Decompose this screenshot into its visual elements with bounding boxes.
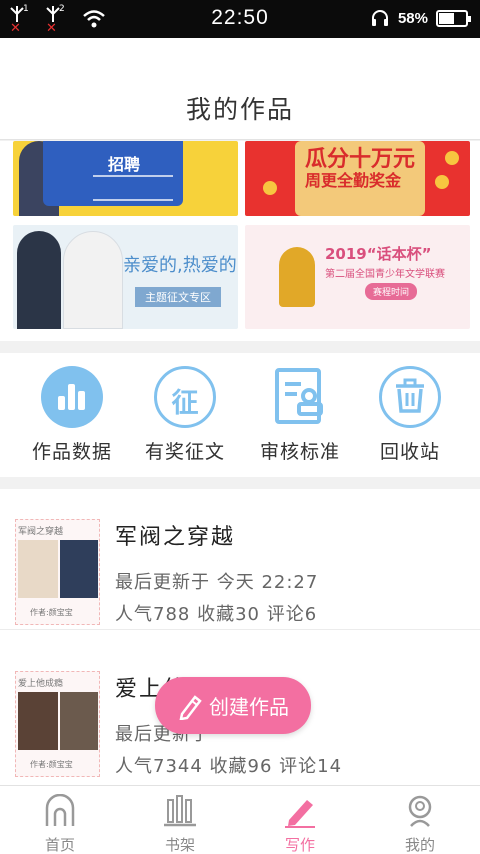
banner-subtitle: 主题征文专区 [135, 287, 221, 307]
tab-label: 写作 [284, 836, 315, 854]
coin-icon [445, 151, 459, 165]
banner-title: 亲爱的,热爱的 [123, 255, 237, 276]
tab-home[interactable]: 首页 [0, 793, 120, 854]
bookshelf-icon [164, 795, 196, 827]
status-bar: 1 ✕ 2 ✕ 22:50 58% [0, 0, 480, 38]
book-cover: 爱上他成瘾 作者:颜宝宝 [15, 671, 100, 777]
banner-figure [63, 231, 123, 329]
cover-figure [18, 540, 58, 598]
function-label: 审核标准 [259, 441, 340, 463]
tab-label: 我的 [404, 836, 435, 854]
work-stats: 人气7344 收藏96 评论14 [115, 756, 343, 777]
tab-label: 书架 [164, 836, 195, 854]
coin-icon [435, 175, 449, 189]
work-stats: 人气788 收藏30 评论6 [115, 604, 318, 625]
works-list: 军阀之穿越 作者:颜宝宝 军阀之穿越 最后更新于 今天 22:27 人气788 … [0, 489, 480, 785]
coin-icon [263, 181, 277, 195]
bottom-tab-bar: 首页 书架 写作 我的 [0, 785, 480, 854]
create-work-button[interactable]: 创建作品 [155, 677, 311, 734]
create-work-label: 创建作品 [209, 695, 289, 719]
function-label: 有奖征文 [144, 441, 225, 463]
tab-bookshelf[interactable]: 书架 [120, 794, 240, 854]
banner-literature-league[interactable]: 2019“话本杯” 第二届全国青少年文学联赛 赛程时间 [245, 225, 470, 329]
pen-icon [285, 800, 315, 828]
function-label: 作品数据 [31, 441, 112, 463]
banner-subtitle: 第二届全国青少年文学联赛 [325, 269, 445, 280]
trophy-icon [279, 247, 315, 307]
banner-title: 2019“话本杯” [325, 245, 432, 263]
cover-author: 作者:颜宝宝 [30, 760, 73, 769]
cover-figure [60, 540, 98, 598]
review-document-icon [269, 366, 331, 428]
bar-chart-icon [41, 366, 103, 428]
battery-icon [436, 9, 471, 27]
banner-tag: 赛程时间 [365, 283, 418, 300]
banner-bonus[interactable]: 瓜分十万元 周更全勤奖金 [245, 141, 470, 216]
tab-mine[interactable]: 我的 [360, 794, 480, 854]
cover-figure [18, 692, 58, 750]
cover-title: 军阀之穿越 [18, 527, 64, 537]
cover-author: 作者:颜宝宝 [30, 608, 73, 617]
recycle-bin-button[interactable]: 回收站 [355, 366, 465, 464]
tab-write[interactable]: 写作 [240, 794, 360, 854]
profile-icon [408, 795, 432, 827]
battery-percent: 58% [397, 9, 428, 27]
pencil-icon [179, 694, 202, 720]
banner-recruit[interactable]: 招聘 [13, 141, 238, 216]
banner-figure [17, 231, 61, 329]
banner-essay-contest[interactable]: 亲爱的,热爱的 主题征文专区 [13, 225, 238, 329]
page-title: 我的作品 [185, 95, 294, 124]
banner-subtitle: 周更全勤奖金 [305, 171, 402, 190]
zheng-icon: 征 [154, 366, 216, 428]
header: 我的作品 [0, 38, 480, 140]
banner-lines [93, 175, 173, 201]
essay-contest-button[interactable]: 征 有奖征文 [130, 366, 240, 464]
banner-grid: 招聘 瓜分十万元 周更全勤奖金 亲爱的,热爱的 主题征文专区 2019“话本杯”… [0, 141, 480, 341]
function-row: 作品数据 征 有奖征文 审核标准 回收站 [0, 353, 480, 477]
works-data-button[interactable]: 作品数据 [17, 366, 127, 464]
home-icon [45, 793, 75, 826]
banner-title: 招聘 [108, 155, 141, 174]
work-updated: 最后更新于 今天 22:27 [115, 572, 319, 593]
tab-label: 首页 [44, 836, 75, 854]
trash-icon [379, 366, 441, 428]
review-standards-button[interactable]: 审核标准 [245, 366, 355, 464]
cover-title: 爱上他成瘾 [18, 679, 64, 689]
book-cover: 军阀之穿越 作者:颜宝宝 [15, 519, 100, 625]
zheng-glyph: 征 [171, 388, 199, 419]
function-label: 回收站 [379, 441, 440, 463]
cover-figure [60, 692, 98, 750]
headphones-icon [371, 10, 388, 26]
list-item[interactable]: 军阀之穿越 作者:颜宝宝 军阀之穿越 最后更新于 今天 22:27 人气788 … [0, 489, 480, 630]
work-title: 军阀之穿越 [115, 525, 236, 550]
